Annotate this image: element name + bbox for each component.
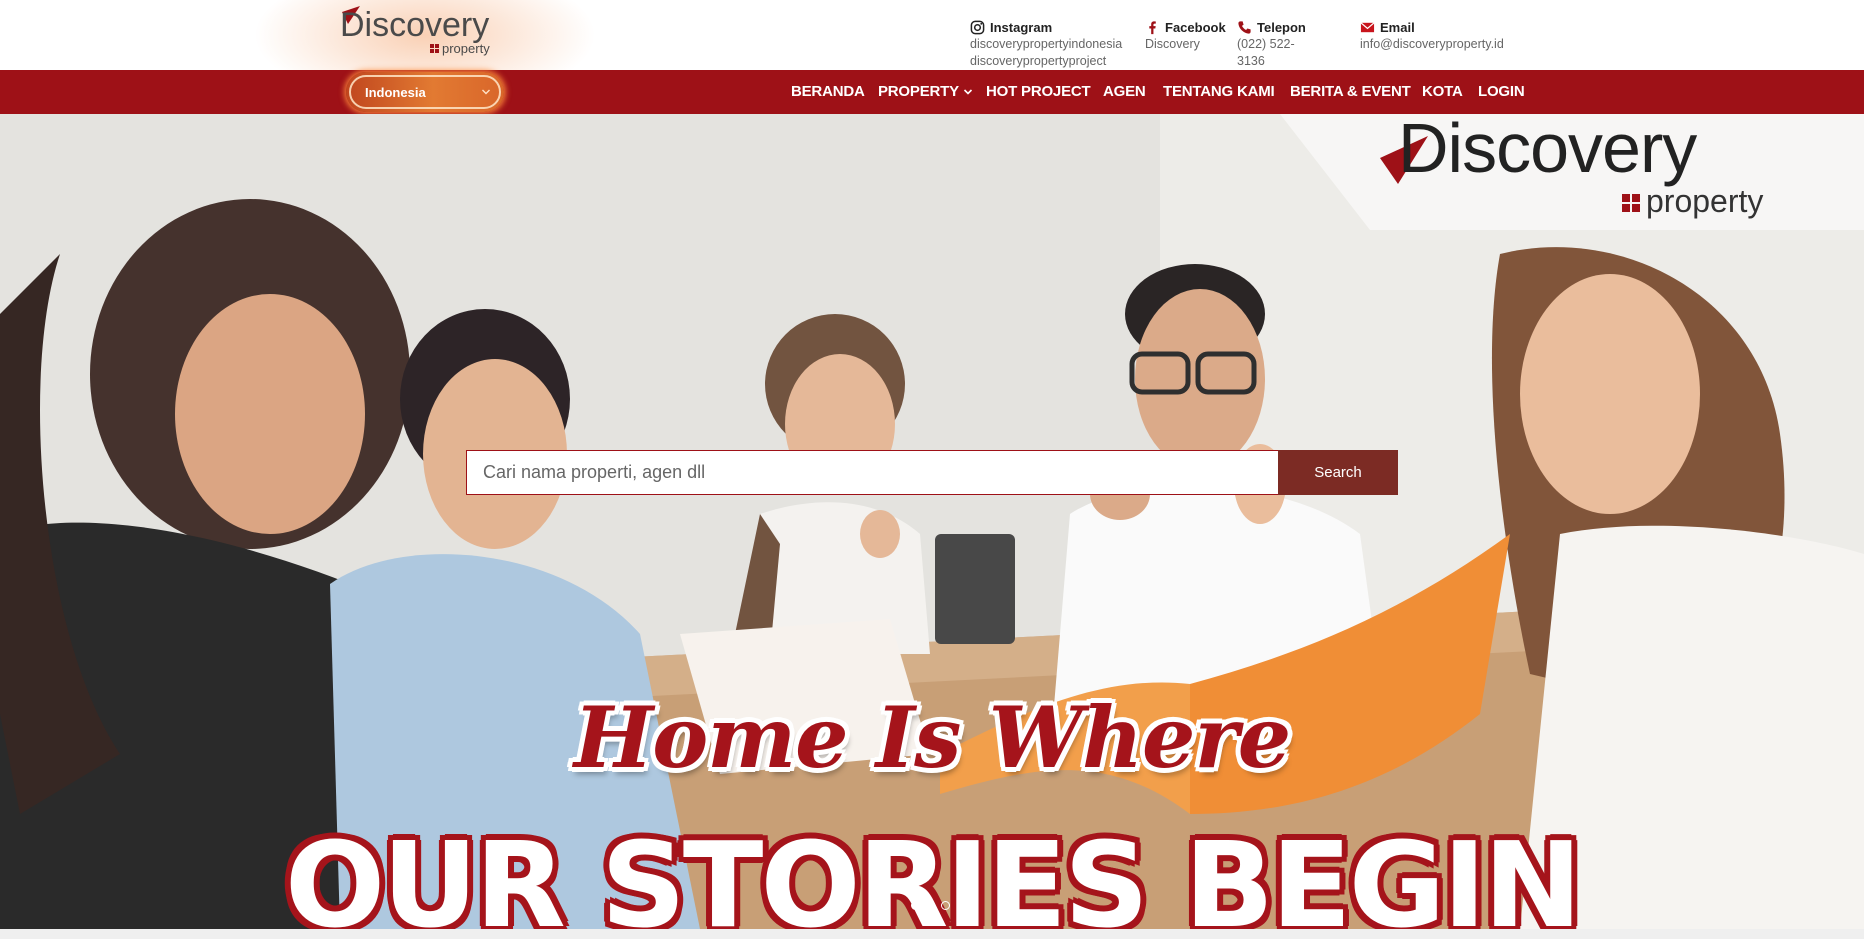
instagram-icon (970, 20, 985, 35)
search-button[interactable]: Search (1278, 450, 1398, 495)
slider-dot[interactable] (941, 901, 950, 910)
nav-item-beranda[interactable]: BERANDA (791, 83, 865, 100)
svg-text:Discovery: Discovery (1398, 114, 1697, 187)
country-select-box[interactable]: Indonesia (349, 75, 501, 109)
facebook-icon (1149, 21, 1156, 35)
contact-email[interactable]: Email info@discoveryproperty.id (1360, 19, 1504, 53)
instagram-handle[interactable]: discoverypropertyindonesia (970, 36, 1122, 53)
top-header: Discovery property Instagram discoverypr… (0, 0, 1864, 70)
search-input[interactable] (466, 450, 1278, 495)
nav-item-hot-project[interactable]: HOT PROJECT (986, 83, 1091, 100)
contact-label: Facebook (1165, 20, 1226, 35)
chevron-down-icon (963, 88, 972, 95)
hero-photo (0, 114, 1864, 929)
country-select[interactable]: Indonesia (346, 72, 504, 112)
facebook-name[interactable]: Discovery (1145, 36, 1226, 53)
nav-item-login[interactable]: LOGIN (1478, 83, 1525, 100)
contact-facebook[interactable]: Facebook Discovery (1145, 19, 1226, 53)
nav-item-label: PROPERTY (878, 83, 959, 100)
country-value: Indonesia (365, 84, 426, 100)
slider-dot[interactable] (926, 901, 935, 910)
svg-text:Discovery: Discovery (340, 6, 489, 44)
nav-item-kota[interactable]: KOTA (1422, 83, 1463, 100)
instagram-handle[interactable]: discoverypropertyproject (970, 53, 1122, 70)
nav-item-agen[interactable]: AGEN (1103, 83, 1146, 100)
svg-text:property: property (442, 41, 490, 56)
nav-item-berita-event[interactable]: BERITA & EVENT (1290, 83, 1411, 100)
contact-label: Email (1380, 20, 1415, 35)
nav-item-tentang-kami[interactable]: TENTANG KAMI (1163, 83, 1275, 100)
hero-slider[interactable]: Discovery property Search Home Is Where … (0, 114, 1864, 929)
contact-instagram[interactable]: Instagram discoverypropertyindonesia dis… (970, 19, 1122, 70)
hero-headline-main: OUR STORIES BEGIN (284, 816, 1582, 929)
hero-brand-logo: Discovery property (1280, 114, 1864, 230)
discovery-logo[interactable]: Discovery property (338, 2, 518, 56)
email-icon (1360, 22, 1375, 33)
email-address[interactable]: info@discoveryproperty.id (1360, 36, 1504, 53)
chevron-down-icon (482, 89, 490, 95)
property-search-form: Search (466, 450, 1398, 495)
hero-headline-script: Home Is Where (573, 688, 1291, 787)
svg-text:property: property (1646, 183, 1763, 219)
page-bottom-strip (0, 929, 1864, 939)
contact-label: Instagram (990, 20, 1053, 35)
slider-dot[interactable] (911, 901, 920, 910)
phone-number[interactable]: (022) 522-3136 (1237, 36, 1306, 70)
contact-phone[interactable]: Telepon (022) 522-3136 (1237, 19, 1306, 70)
phone-icon (1238, 21, 1251, 34)
main-navbar: Indonesia BERANDA PROPERTY HOT PROJECT A… (0, 70, 1864, 114)
slider-pagination (911, 901, 950, 910)
contact-label: Telepon (1257, 20, 1306, 35)
nav-item-property[interactable]: PROPERTY (878, 83, 973, 100)
